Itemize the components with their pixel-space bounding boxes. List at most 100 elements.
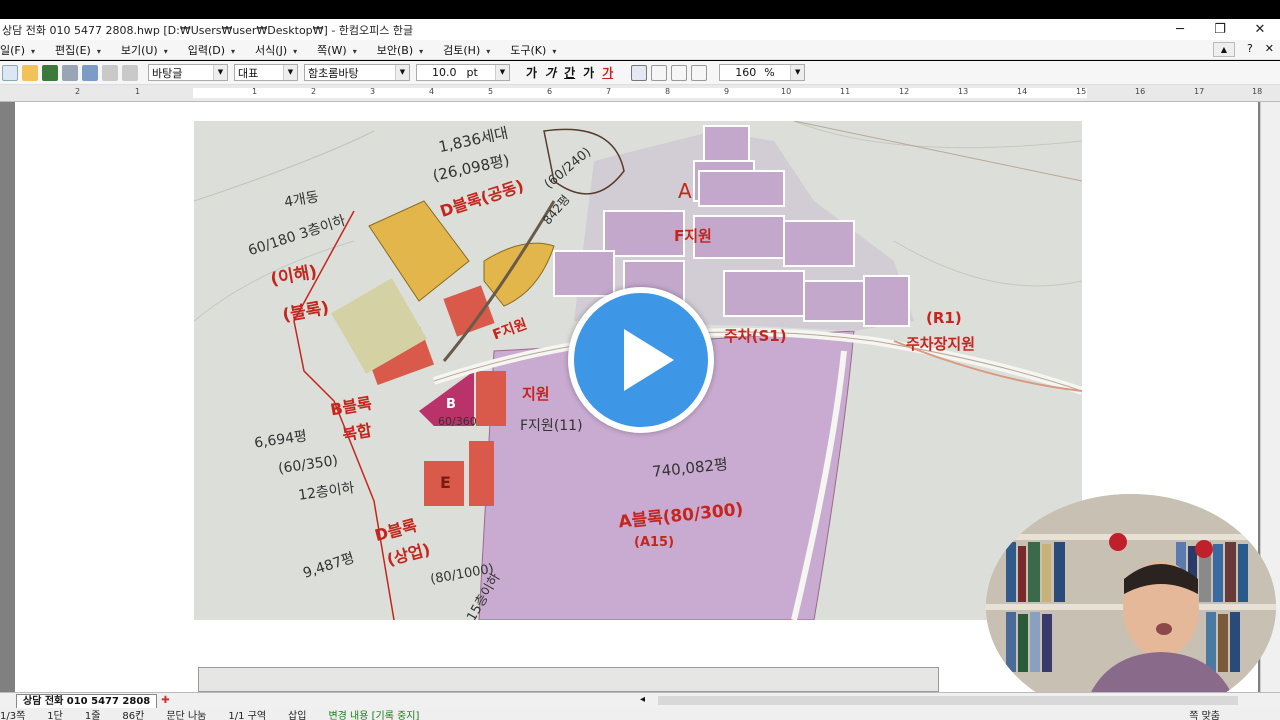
undo-icon[interactable] bbox=[102, 64, 118, 81]
bold-button[interactable]: 가 bbox=[526, 64, 537, 81]
menu-insert[interactable]: 입력(D) ▾ bbox=[188, 42, 245, 58]
style-select[interactable]: 바탕글 ▼ bbox=[148, 64, 228, 81]
map-annotation: (A15) bbox=[634, 535, 675, 550]
menu-page[interactable]: 쪽(W) ▾ bbox=[317, 42, 367, 58]
ruler-tick: 12 bbox=[899, 87, 910, 96]
ruler-tick: 8 bbox=[665, 87, 671, 96]
ruler-tick: 18 bbox=[1252, 87, 1263, 96]
font-size-field[interactable]: 10.0 pt ▼ bbox=[416, 64, 510, 81]
font-size-value: 10.0 bbox=[432, 66, 457, 79]
print-icon[interactable] bbox=[62, 64, 78, 81]
chevron-down-icon: ▾ bbox=[163, 46, 168, 56]
map-annotation: B bbox=[446, 397, 456, 412]
status-fit[interactable]: 쪽 맞춤 bbox=[1189, 708, 1220, 720]
ruler-tick: 3 bbox=[370, 87, 376, 96]
menu-format[interactable]: 서식(J) ▾ bbox=[255, 42, 307, 58]
menu-review[interactable]: 검토(H) ▾ bbox=[443, 42, 500, 58]
chevron-down-icon: ▾ bbox=[96, 46, 101, 56]
ruler-tick: 14 bbox=[1017, 87, 1028, 96]
menu-edit[interactable]: 편집(E) ▾ bbox=[55, 42, 111, 58]
ruler-active-area bbox=[193, 88, 1087, 98]
status-column: 86칸 bbox=[122, 710, 145, 720]
chevron-down-icon: ▾ bbox=[552, 46, 557, 56]
preview-icon[interactable] bbox=[82, 64, 98, 81]
horizontal-scrollbar[interactable] bbox=[658, 696, 1238, 705]
ruler-tick: 4 bbox=[429, 87, 435, 96]
toolbar: 바탕글 ▼ 대표 ▼ 함초롬바탕 ▼ 10.0 pt ▼ 가 가 간 가 가 1… bbox=[0, 61, 1280, 85]
font-select[interactable]: 함초롬바탕 ▼ bbox=[304, 64, 410, 81]
new-document-icon[interactable] bbox=[2, 64, 18, 81]
style-select-value: 바탕글 bbox=[152, 66, 183, 80]
title-bar: 상담 전화 010 5477 2808.hwp [D:₩Users₩user₩D… bbox=[0, 19, 1280, 40]
presenter-webcam bbox=[986, 494, 1276, 720]
save-icon[interactable] bbox=[42, 64, 58, 81]
status-bar: 1/3쪽 1단 1줄 86칸 문단 나눔 1/1 구역 삽입 변경 내용 [기록… bbox=[0, 708, 1280, 720]
align-justify-icon[interactable] bbox=[631, 64, 648, 81]
scroll-left-icon[interactable]: ◂ bbox=[640, 694, 645, 705]
redo-icon[interactable] bbox=[122, 64, 138, 81]
window-controls: ─ ❐ ✕ bbox=[1160, 19, 1280, 40]
close-doc-icon[interactable]: ✕ bbox=[1265, 42, 1274, 57]
ruler-tick: 10 bbox=[781, 87, 792, 96]
play-icon bbox=[624, 329, 674, 391]
presenter-video bbox=[986, 494, 1276, 720]
ruler-tick: 6 bbox=[547, 87, 553, 96]
font-color-button[interactable]: 가 bbox=[602, 64, 613, 81]
map-annotation: E bbox=[440, 473, 451, 492]
language-select-value: 대표 bbox=[238, 66, 259, 80]
menu-security[interactable]: 보안(B) ▾ bbox=[377, 42, 433, 58]
file-tools bbox=[0, 62, 140, 84]
ruler-tick: 15 bbox=[1076, 87, 1087, 96]
map-annotation: (R1) bbox=[926, 309, 962, 327]
status-paragraph[interactable]: 문단 나눔 bbox=[166, 708, 206, 720]
close-button[interactable]: ✕ bbox=[1240, 19, 1280, 40]
horizontal-ruler: 2 1 1 2 3 4 5 6 7 8 9 10 11 12 13 14 15 … bbox=[0, 85, 1280, 102]
font-size-unit: pt bbox=[466, 66, 478, 79]
zoom-field[interactable]: 160 % ▼ bbox=[719, 64, 806, 81]
align-center-icon[interactable] bbox=[671, 64, 688, 81]
new-tab-icon[interactable]: ✚ bbox=[161, 695, 169, 706]
top-black-bar bbox=[0, 0, 1280, 19]
chevron-down-icon: ▼ bbox=[790, 65, 805, 80]
help-button[interactable]: ? bbox=[1247, 42, 1253, 57]
menu-file[interactable]: 일(F) ▾ bbox=[0, 42, 45, 58]
collapse-ribbon-button[interactable]: ▲ bbox=[1212, 42, 1235, 57]
document-tab-bar: 상담 전화 010 5477 2808 ✚ ◂ bbox=[0, 692, 1280, 708]
chevron-down-icon: ▼ bbox=[495, 65, 509, 80]
map-annotation: A bbox=[678, 179, 692, 203]
italic-button[interactable]: 가 bbox=[545, 64, 556, 81]
align-buttons bbox=[629, 62, 709, 84]
restore-button[interactable]: ❐ bbox=[1200, 19, 1240, 40]
ruler-tick: 1 bbox=[135, 87, 141, 96]
map-annotation: 복합 bbox=[340, 420, 374, 445]
open-folder-icon[interactable] bbox=[22, 64, 38, 81]
map-annotation: F지원 bbox=[674, 227, 712, 245]
status-track-changes[interactable]: 변경 내용 [기록 중지] bbox=[328, 708, 419, 720]
language-select[interactable]: 대표 ▼ bbox=[234, 64, 298, 81]
align-right-icon[interactable] bbox=[691, 64, 708, 81]
second-map-image bbox=[198, 667, 939, 692]
ruler-tick: 1 bbox=[252, 87, 258, 96]
play-button[interactable] bbox=[568, 287, 714, 433]
status-mode[interactable]: 삽입 bbox=[288, 708, 306, 720]
align-left-icon[interactable] bbox=[651, 64, 668, 81]
document-tab[interactable]: 상담 전화 010 5477 2808 bbox=[16, 693, 158, 708]
menubar-right: ▲ ? ✕ bbox=[1212, 42, 1274, 57]
strike-button[interactable]: 가 bbox=[583, 64, 594, 81]
window-title: 상담 전화 010 5477 2808.hwp [D:₩Users₩user₩D… bbox=[2, 23, 414, 37]
underline-button[interactable]: 간 bbox=[564, 64, 575, 81]
status-line: 1줄 bbox=[84, 710, 101, 720]
ruler-tick: 2 bbox=[75, 87, 81, 96]
chevron-down-icon: ▼ bbox=[395, 65, 409, 80]
chevron-down-icon: ▾ bbox=[486, 46, 491, 56]
ruler-tick: 17 bbox=[1194, 87, 1205, 96]
minimize-button[interactable]: ─ bbox=[1160, 19, 1200, 40]
chevron-down-icon: ▼ bbox=[213, 65, 227, 80]
ruler-tick: 16 bbox=[1135, 87, 1146, 96]
menu-tools[interactable]: 도구(K) ▾ bbox=[510, 42, 566, 58]
map-annotation: 주차(S1) bbox=[724, 327, 787, 345]
chevron-down-icon: ▾ bbox=[352, 46, 357, 56]
font-select-value: 함초롬바탕 bbox=[308, 66, 359, 80]
zoom-value: 160 bbox=[735, 66, 757, 79]
menu-view[interactable]: 보기(U) ▾ bbox=[121, 42, 178, 58]
